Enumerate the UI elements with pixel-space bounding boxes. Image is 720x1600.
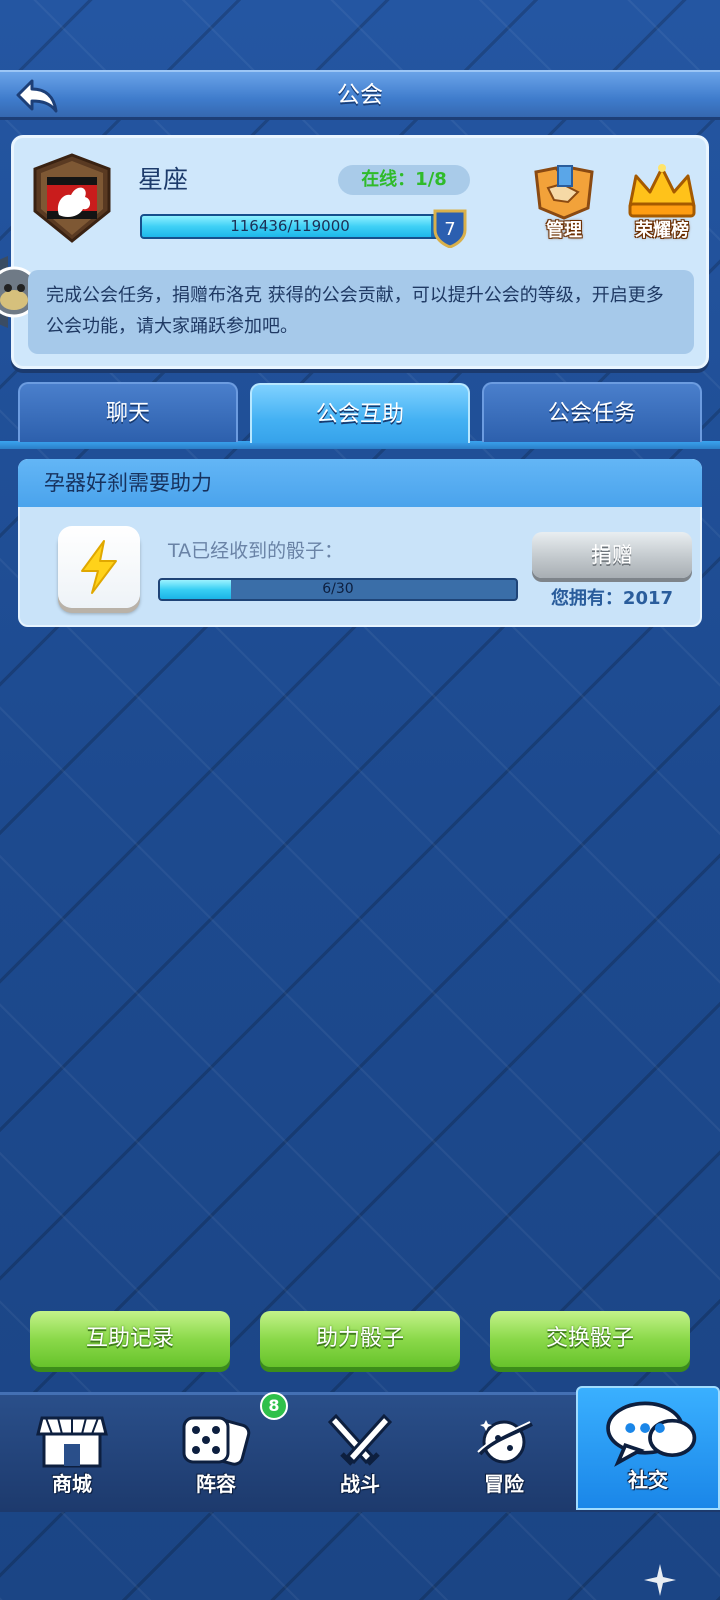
nav-adventure-label: 冒险 [484, 1472, 524, 1496]
guild-level-badge: 7 [432, 208, 468, 249]
help-dice-button[interactable]: 助力骰子 [260, 1311, 460, 1367]
nav-shop[interactable]: 商城 [0, 1392, 144, 1512]
page-title: 公会 [337, 82, 383, 108]
svg-text:7: 7 [444, 219, 455, 240]
guild-name: 星座 [138, 165, 189, 194]
adventure-icon [477, 1420, 533, 1464]
tab-guild-mutual-aid[interactable]: 公会互助 [250, 383, 470, 443]
lightning-dice-icon [58, 526, 140, 608]
received-dice-label: TA已经收到的骰子： [168, 540, 344, 562]
help-request-title: 孕器好刹需要助力 [44, 471, 212, 495]
honor-board-label: 荣耀榜 [635, 220, 689, 241]
nav-shop-label: 商城 [52, 1472, 92, 1496]
sparkle-icon [644, 1564, 676, 1596]
manage-label: 管理 [546, 220, 582, 241]
nav-social-label: 社交 [628, 1468, 668, 1492]
guild-description: 完成公会任务，捐赠布洛克 获得的公会贡献，可以提升公会的等级，开启更多公会功能，… [28, 270, 694, 354]
owned-dice-count: 您拥有：2017 [550, 588, 674, 609]
tab-guild-tasks[interactable]: 公会任务 [482, 382, 702, 442]
swords-icon [327, 1413, 393, 1466]
exchange-dice-button[interactable]: 交换骰子 [490, 1311, 690, 1367]
handshake-icon [534, 165, 594, 220]
guild-emblem-icon [33, 153, 111, 243]
dice-icon [182, 1416, 251, 1466]
manage-button[interactable]: 管理 [528, 162, 600, 242]
nav-battle-label: 战斗 [340, 1472, 380, 1496]
tab-chat[interactable]: 聊天 [18, 382, 238, 442]
nav-adventure[interactable]: 冒险 [432, 1392, 576, 1512]
lineup-notification-badge: 8 [260, 1392, 288, 1420]
donate-button[interactable]: 捐赠 [532, 532, 692, 578]
nav-lineup-label: 阵容 [196, 1472, 236, 1496]
back-button[interactable] [12, 76, 62, 116]
guild-exp-text: 116436/119000 [230, 217, 350, 235]
mutual-aid-records-button[interactable]: 互助记录 [30, 1311, 230, 1367]
nav-battle[interactable]: 战斗 [288, 1392, 432, 1512]
chat-icon [606, 1401, 697, 1467]
received-dice-count: 6/30 [322, 581, 354, 597]
online-count: 在线：1/8 [338, 165, 470, 195]
crown-icon [628, 164, 696, 218]
shop-icon [36, 1416, 108, 1468]
back-arrow-icon [16, 79, 58, 113]
honor-board-button[interactable]: 荣耀榜 [622, 162, 702, 242]
nav-social[interactable]: 社交 [576, 1386, 720, 1510]
